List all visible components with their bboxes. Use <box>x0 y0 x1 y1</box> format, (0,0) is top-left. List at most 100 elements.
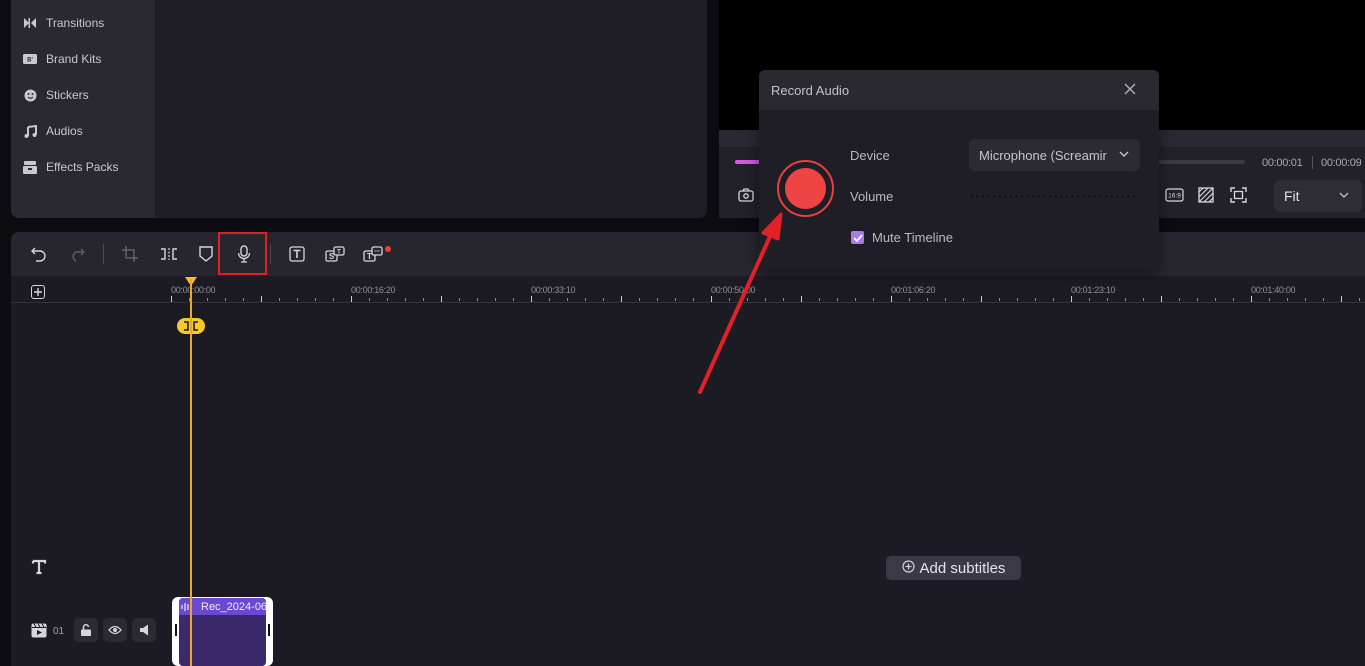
svg-text:S: S <box>329 252 335 261</box>
ruler-tick <box>513 298 514 301</box>
ruler-tick <box>243 298 244 301</box>
mute-track-button[interactable] <box>132 618 156 642</box>
sidebar-item-transitions[interactable]: Transitions <box>11 11 155 35</box>
ruler-tick <box>1323 298 1324 301</box>
ruler-tick <box>891 296 892 302</box>
ruler-tick <box>1269 298 1270 301</box>
sidebar-item-label: Audios <box>46 124 83 138</box>
ruler-tick <box>693 298 694 301</box>
ruler-tick <box>405 298 406 301</box>
svg-text:16:9: 16:9 <box>1168 193 1181 200</box>
zoom-select-value: Fit <box>1284 188 1300 204</box>
crop-button[interactable] <box>118 242 142 266</box>
chevron-down-icon <box>1338 188 1350 204</box>
sidebar-item-label: Stickers <box>46 88 89 102</box>
clip-trim-handle-right[interactable] <box>268 624 270 636</box>
undo-button[interactable] <box>27 242 51 266</box>
dialog-title: Record Audio <box>771 82 850 98</box>
redo-button[interactable] <box>65 242 89 266</box>
device-select-value: Microphone (Screamir <box>979 147 1107 163</box>
crop-icon <box>122 246 138 262</box>
ruler-tick <box>801 296 802 302</box>
video-track-icon <box>31 623 47 639</box>
fullscreen-button[interactable] <box>1230 187 1248 205</box>
text-button[interactable] <box>285 242 309 266</box>
ruler-label: 00:01:23:10 <box>1071 285 1116 295</box>
ruler-label: 00:00:00:00 <box>171 285 216 295</box>
ruler-tick <box>1359 298 1360 301</box>
brand-kit-icon: B' <box>23 52 37 66</box>
ruler-tick <box>873 298 874 301</box>
sidebar-item-effects-packs[interactable]: Effects Packs <box>11 155 155 179</box>
timeline-ruler[interactable]: 00:00:00:00 00:00:16:20 00:00:33:10 00:00:5… <box>11 276 1365 303</box>
ruler-tick <box>639 298 640 301</box>
redo-icon <box>72 248 85 262</box>
ruler-tick <box>981 296 982 302</box>
mute-timeline-label: Mute Timeline <box>872 230 953 245</box>
fullscreen-icon <box>1230 187 1247 203</box>
checkmark-icon <box>852 233 863 242</box>
dialog-header: Record Audio <box>759 70 1159 110</box>
sidebar-item-label: Brand Kits <box>46 52 102 66</box>
record-audio-dialog: Record Audio Device Microphone (Screamir… <box>759 70 1159 269</box>
ruler-tick <box>1233 298 1234 301</box>
zoom-select[interactable]: Fit <box>1274 180 1362 212</box>
ruler-tick <box>387 298 388 301</box>
ruler-tick <box>909 298 910 301</box>
toolbar-divider <box>103 244 104 264</box>
close-button[interactable] <box>1123 82 1139 98</box>
ruler-tick <box>261 296 262 302</box>
subtitle-button[interactable]: ST <box>323 242 347 266</box>
sidebar-item-stickers[interactable]: Stickers <box>11 83 155 107</box>
svg-text:B': B' <box>27 58 33 64</box>
add-subtitles-button[interactable]: Add subtitles <box>886 556 1021 580</box>
ruler-tick <box>423 298 424 301</box>
plus-icon <box>34 288 42 296</box>
sidebar-item-label: Effects Packs <box>46 160 119 174</box>
toolbar-divider <box>270 244 271 264</box>
camera-icon <box>738 188 754 202</box>
current-time: 00:00:01 <box>1262 157 1303 169</box>
sidebar-item-brand-kits[interactable]: B' Brand Kits <box>11 47 155 71</box>
device-select[interactable]: Microphone (Screamir <box>969 139 1140 171</box>
volume-label: Volume <box>850 189 894 204</box>
ruler-tick <box>837 298 838 301</box>
aspect-ratio-button[interactable]: 16:9 <box>1165 188 1185 204</box>
snapshot-button[interactable] <box>738 188 756 204</box>
annotation-highlight-box <box>218 232 267 275</box>
ruler-tick <box>531 296 532 302</box>
total-time: 00:00:09 <box>1321 157 1362 169</box>
mute-timeline-checkbox[interactable] <box>851 231 864 244</box>
ruler-tick <box>1107 298 1108 301</box>
add-subtitles-label: Add subtitles <box>919 559 1006 577</box>
hide-track-button[interactable] <box>103 618 127 642</box>
timeline-toolbar: ST T <box>11 232 1365 276</box>
lock-track-button[interactable] <box>74 618 98 642</box>
clip-body[interactable]: Rec_2024-06 <box>179 598 266 666</box>
ruler-tick <box>441 296 442 302</box>
clip-trim-handle-left[interactable] <box>175 624 177 636</box>
transitions-icon <box>23 16 37 30</box>
sticker-icon <box>23 88 37 102</box>
text-to-speech-button[interactable]: T <box>361 242 385 266</box>
ruler-tick <box>1161 296 1162 302</box>
ruler-tick <box>603 298 604 301</box>
ruler-tick <box>1215 298 1216 301</box>
time-separator <box>1312 156 1313 169</box>
new-feature-dot <box>385 246 391 252</box>
split-button[interactable] <box>157 242 181 266</box>
ruler-tick <box>945 298 946 301</box>
record-button[interactable] <box>785 168 826 209</box>
add-track-button[interactable] <box>31 285 45 299</box>
ruler-tick <box>747 298 748 301</box>
ruler-tick <box>459 298 460 301</box>
effects-pack-icon <box>23 160 37 174</box>
ruler-tick <box>1251 296 1252 302</box>
svg-text:T: T <box>367 252 372 261</box>
ruler-tick <box>855 298 856 301</box>
close-icon <box>1124 83 1136 95</box>
ruler-tick <box>621 296 622 302</box>
sidebar-item-audios[interactable]: Audios <box>11 119 155 143</box>
mask-button[interactable] <box>194 242 218 266</box>
safe-zone-button[interactable] <box>1198 187 1216 205</box>
